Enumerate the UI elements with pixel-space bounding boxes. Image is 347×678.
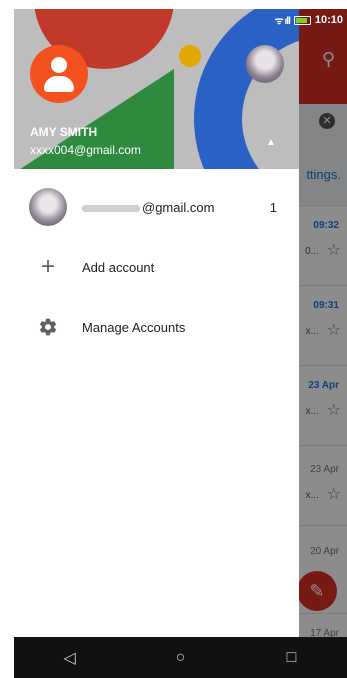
account-name: AMY SMITH xyxy=(30,125,98,139)
account-item[interactable]: @gmail.com 1 xyxy=(14,179,299,235)
status-time: 10:10 xyxy=(314,14,343,26)
account-header[interactable]: AMY SMITH xxxx004@gmail.com ▲ xyxy=(14,9,299,169)
navigation-drawer: AMY SMITH xxxx004@gmail.com ▲ @gmail.com… xyxy=(14,9,299,637)
battery-icon xyxy=(293,15,311,25)
unread-count: 1 xyxy=(269,199,277,215)
status-bar: ᯤ ıll 10:10 xyxy=(14,9,347,31)
secondary-account-avatar[interactable] xyxy=(246,45,284,83)
back-icon[interactable]: ◁ xyxy=(50,648,90,668)
manage-accounts-button[interactable]: Manage Accounts xyxy=(14,299,299,355)
chevron-up-icon[interactable]: ▲ xyxy=(266,137,276,148)
plus-icon: + xyxy=(40,253,55,280)
add-account-button[interactable]: + Add account xyxy=(14,239,299,295)
redacted-text xyxy=(82,204,140,212)
system-nav-bar: ◁ ○ □ xyxy=(14,637,347,678)
signal-icon: ᯤ ıll xyxy=(274,16,291,27)
recents-icon[interactable]: □ xyxy=(272,649,312,667)
account-email: xxxx004@gmail.com xyxy=(30,143,141,157)
account-avatar-icon xyxy=(29,188,67,226)
account-avatar[interactable] xyxy=(30,45,88,103)
home-icon[interactable]: ○ xyxy=(161,649,201,667)
phone-screen: ⚲ ✕ ttings. 09:32 0... ☆ 09:31 x... ☆ 23… xyxy=(14,9,347,678)
gear-icon xyxy=(39,318,57,336)
